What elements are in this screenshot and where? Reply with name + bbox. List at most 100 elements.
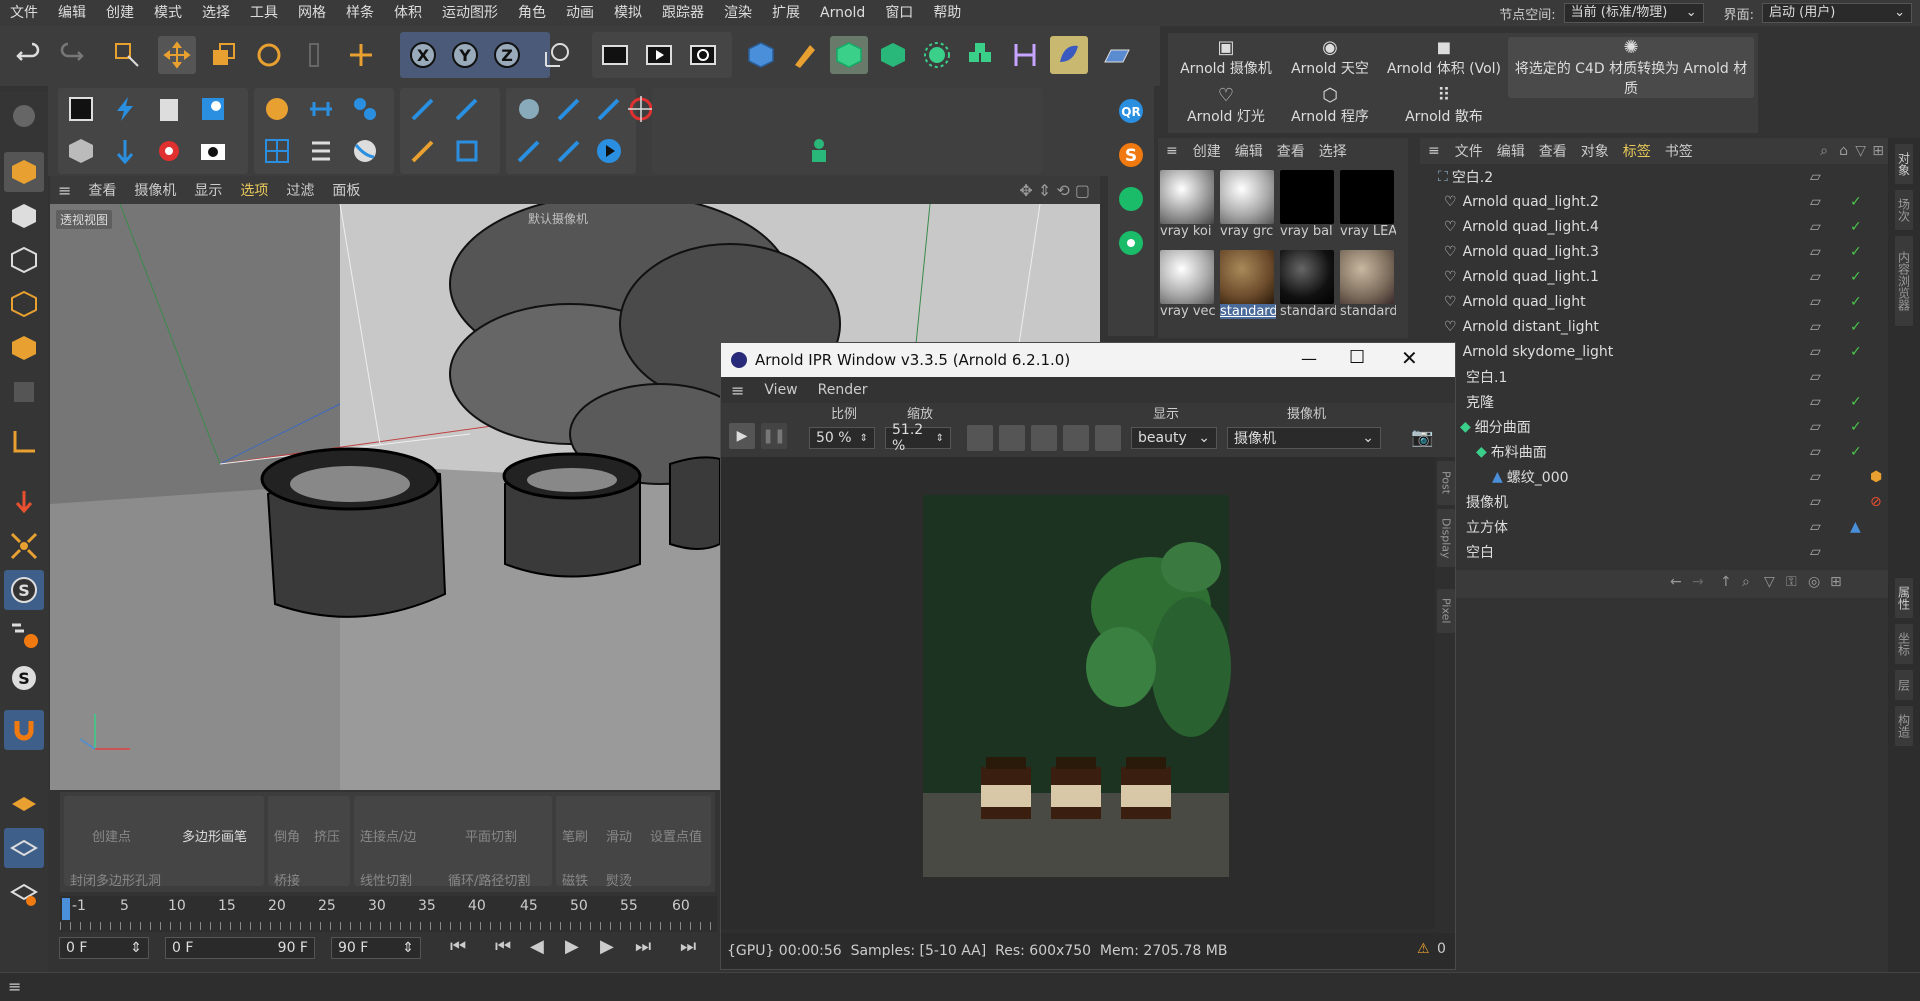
check-icon[interactable]: ✓ — [1850, 219, 1862, 235]
minimize-icon[interactable]: — — [1301, 349, 1317, 368]
edit-toggle-icon[interactable]: ▱ — [1810, 344, 1821, 360]
cube-group-icon[interactable] — [62, 132, 100, 170]
display-dropdown[interactable]: beauty ⌄ — [1131, 427, 1217, 449]
inflate-icon[interactable] — [550, 132, 588, 170]
menu-file[interactable]: 文件 — [0, 0, 48, 26]
lock-workplane-icon[interactable] — [4, 828, 44, 868]
goto-end-icon[interactable]: ⏭ — [680, 936, 696, 957]
clapper-icon[interactable] — [62, 90, 100, 128]
material-menu-create[interactable]: 创建 — [1186, 141, 1228, 161]
eyedropper-icon[interactable] — [1095, 425, 1121, 451]
bridge-button[interactable]: 桥接 — [274, 870, 300, 889]
tab-layers[interactable]: 层 — [1895, 670, 1913, 700]
bounds-icon[interactable] — [448, 132, 486, 170]
search-icon[interactable]: ⌕ — [1820, 143, 1828, 159]
menu-mograph[interactable]: 运动图形 — [432, 0, 508, 26]
redo-icon[interactable] — [52, 36, 90, 74]
menu-volume[interactable]: 体积 — [384, 0, 432, 26]
object-row[interactable]: 克隆 ▱ ✓ — [1420, 389, 1870, 414]
bend-icon[interactable] — [1006, 36, 1044, 74]
monitor-icon[interactable] — [967, 425, 993, 451]
add-object-icon[interactable] — [342, 36, 380, 74]
material-swatch[interactable]: vray bal — [1280, 170, 1336, 244]
warning-icon[interactable]: ⚠ — [1417, 941, 1430, 957]
arnold-camera-button[interactable]: ▣ Arnold 摄像机 — [1174, 37, 1278, 78]
material-swatch[interactable]: vray grc — [1220, 170, 1276, 244]
live-select-icon[interactable] — [108, 36, 146, 74]
render-picture-viewer-icon[interactable] — [640, 36, 678, 74]
smooth-icon[interactable] — [550, 90, 588, 128]
drop-icon[interactable] — [4, 482, 44, 522]
check-icon[interactable]: ✓ — [1850, 319, 1862, 335]
lightning-icon[interactable] — [106, 90, 144, 128]
home-icon[interactable]: ⌂ — [1839, 143, 1848, 159]
menu-extensions[interactable]: 扩展 — [762, 0, 810, 26]
figure-icon[interactable] — [800, 132, 838, 170]
material-menu-edit[interactable]: 编辑 — [1228, 141, 1270, 161]
object-row[interactable]: 立方体 ▱ ▲ — [1420, 514, 1870, 539]
menu-tools[interactable]: 工具 — [240, 0, 288, 26]
plane-cut-button[interactable]: 平面切割 — [465, 826, 517, 845]
qr-icon[interactable]: QR — [1112, 92, 1150, 130]
tag-icon[interactable]: ⊘ — [1870, 494, 1882, 510]
object-menu-file[interactable]: 文件 — [1448, 141, 1490, 161]
region-icon[interactable] — [1031, 425, 1057, 451]
viewport-menu-filter[interactable]: 过滤 — [277, 180, 323, 200]
material-swatch[interactable]: standard — [1340, 250, 1396, 324]
check-icon[interactable]: ✓ — [1850, 419, 1862, 435]
hamburger-icon[interactable]: ≡ — [50, 181, 79, 200]
edit-toggle-icon[interactable]: ▱ — [1810, 269, 1821, 285]
camera-dropdown[interactable]: 摄像机 ⌄ — [1227, 427, 1381, 449]
menu-window[interactable]: 窗口 — [875, 0, 923, 26]
cloner-icon[interactable] — [918, 36, 956, 74]
check-icon[interactable]: ✓ — [1850, 394, 1862, 410]
tab-coordinates[interactable]: 坐标 — [1895, 624, 1913, 664]
play-sculpt-icon[interactable] — [590, 132, 628, 170]
tab-takes[interactable]: 场次 — [1895, 190, 1913, 230]
slide-button[interactable]: 滑动 — [606, 826, 632, 845]
viewport-menu-view[interactable]: 查看 — [79, 180, 125, 200]
arnold-sky-button[interactable]: ◉ Arnold 天空 — [1280, 37, 1380, 78]
arnold-light-button[interactable]: ♡ Arnold 灯光 — [1174, 85, 1278, 126]
menu-help[interactable]: 帮助 — [923, 0, 971, 26]
array-icon[interactable] — [874, 36, 912, 74]
arnold-procedural-button[interactable]: ⬡ Arnold 程序 — [1280, 85, 1380, 126]
material-swatch[interactable]: vray LEA — [1340, 170, 1396, 244]
object-row[interactable]: ♡ Arnold quad_light.4 ▱ ✓ — [1420, 214, 1870, 239]
maximize-icon[interactable]: ☐ — [1349, 347, 1365, 368]
new-view-icon[interactable]: ⊞ — [1872, 143, 1884, 159]
play-icon[interactable]: ▶ — [565, 936, 579, 957]
scale-icon[interactable] — [204, 36, 242, 74]
menu-character[interactable]: 角色 — [508, 0, 556, 26]
ipr-render-canvas[interactable] — [721, 457, 1435, 929]
material-swatch[interactable]: vray koi — [1160, 170, 1216, 244]
new-view-icon[interactable]: ⊞ — [1830, 574, 1842, 590]
rotate-icon[interactable] — [250, 36, 288, 74]
arnold-volume-button[interactable]: ◼ Arnold 体积 (Vol) — [1382, 37, 1506, 78]
ipr-menu-render[interactable]: Render — [808, 382, 878, 398]
scatter-icon[interactable] — [4, 526, 44, 566]
arnold-scatter-button[interactable]: ⠿ Arnold 散布 — [1382, 85, 1506, 126]
viewport-menu-options[interactable]: 选项 — [231, 180, 277, 200]
menu-spline[interactable]: 样条 — [336, 0, 384, 26]
frame-range-field[interactable]: 0 F 90 F — [165, 937, 315, 959]
recent-tool-icon[interactable] — [296, 36, 334, 74]
check-icon[interactable]: ✓ — [1850, 444, 1862, 460]
timeline-playhead[interactable] — [62, 898, 70, 920]
make-editable-icon[interactable] — [4, 96, 44, 136]
tag-icon[interactable]: ▲ — [1850, 519, 1861, 535]
object-menu-object[interactable]: 对象 — [1574, 141, 1616, 161]
edit-toggle-icon[interactable]: ▱ — [1810, 419, 1821, 435]
menu-mesh[interactable]: 网格 — [288, 0, 336, 26]
edit-toggle-icon[interactable]: ▱ — [1810, 169, 1821, 185]
sculpt-icon[interactable] — [510, 90, 548, 128]
target-icon[interactable] — [150, 132, 188, 170]
s-plugin-icon[interactable]: S — [1112, 136, 1150, 174]
object-row[interactable]: ◆ 布料曲面 ▱ ✓ — [1420, 439, 1870, 464]
ipr-pause-button[interactable]: ❚❚ — [761, 423, 787, 449]
hamburger-icon[interactable]: ≡ — [1158, 143, 1186, 159]
object-menu-tags[interactable]: 标签 — [1616, 141, 1658, 161]
menu-edit[interactable]: 编辑 — [48, 0, 96, 26]
viewport-menu-display[interactable]: 显示 — [185, 180, 231, 200]
timeline-ruler[interactable]: -1 5 10 15 20 25 30 35 40 45 50 55 60 — [60, 896, 717, 932]
